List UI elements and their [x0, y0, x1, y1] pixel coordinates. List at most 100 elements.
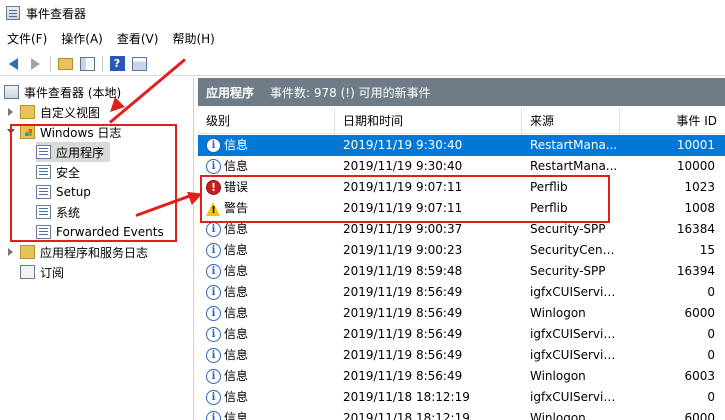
event-row[interactable]: ! 错误 2019/11/19 9:07:11 Perflib 1023	[198, 177, 725, 198]
event-id: 0	[707, 348, 715, 362]
event-level: i 信息	[206, 303, 335, 324]
tree-item-label: Windows 日志	[40, 125, 122, 140]
tree-item-custom-views[interactable]: 自定义视图	[6, 102, 100, 122]
event-date-time: 2019/11/19 8:56:49	[343, 369, 463, 383]
event-level-label: 信息	[224, 306, 249, 320]
tree-item-subscriptions[interactable]: 订阅	[20, 262, 64, 282]
event-source: Winlogon	[530, 369, 586, 383]
event-date-time: 2019/11/19 9:30:40	[343, 138, 463, 152]
event-level: i 信息	[206, 135, 335, 156]
log-icon	[36, 145, 51, 159]
event-id: 6003	[684, 369, 715, 383]
info-icon: i	[206, 348, 221, 363]
event-source: Perflib	[530, 201, 568, 215]
event-level-label: 信息	[224, 390, 249, 404]
event-row[interactable]: i 信息 2019/11/19 9:30:40 RestartMana... 10000	[198, 156, 725, 177]
info-icon: i	[206, 411, 221, 420]
show-action-pane-button[interactable]	[130, 55, 148, 73]
log-icon	[36, 185, 51, 199]
event-source: Winlogon	[530, 411, 586, 420]
event-level-label: 错误	[224, 180, 249, 194]
help-button[interactable]: ?	[108, 55, 126, 73]
event-row[interactable]: i 信息 2019/11/19 9:30:40 RestartMana... 10001	[198, 135, 725, 156]
event-date-time: 2019/11/19 8:56:49	[343, 327, 463, 341]
info-icon: i	[206, 306, 221, 321]
tree-item-label: 自定义视图	[40, 105, 101, 120]
event-id: 10000	[676, 159, 715, 173]
column-source[interactable]: 来源	[522, 108, 620, 134]
expand-icon[interactable]	[6, 247, 16, 257]
event-row[interactable]: i 信息 2019/11/19 8:56:49 Winlogon 6000	[198, 303, 725, 324]
event-level-label: 信息	[224, 159, 249, 173]
event-source: igfxCUIServic...	[530, 285, 618, 299]
subscriptions-icon	[20, 265, 35, 279]
error-icon: !	[206, 180, 221, 195]
info-icon: i	[206, 327, 221, 342]
column-level[interactable]: 级别	[198, 108, 335, 134]
event-level-label: 信息	[224, 369, 249, 383]
event-source: RestartMana...	[530, 159, 618, 173]
event-count: 事件数: 978 (!) 可用的新事件	[270, 85, 431, 100]
event-row[interactable]: i 信息 2019/11/19 8:56:49 igfxCUIServic... 0	[198, 324, 725, 345]
menu-file[interactable]: 文件(F)	[0, 28, 54, 50]
info-icon: i	[206, 159, 221, 174]
column-date-time[interactable]: 日期和时间	[335, 108, 522, 134]
event-row[interactable]: i 信息 2019/11/19 8:56:49 igfxCUIServic... 0	[198, 282, 725, 303]
event-viewer-icon	[6, 6, 20, 20]
event-level-label: 警告	[224, 201, 249, 215]
column-event-id[interactable]: 事件 ID	[620, 108, 725, 134]
forward-button[interactable]	[26, 55, 44, 73]
help-icon: ?	[109, 56, 125, 71]
collapse-icon[interactable]	[6, 127, 16, 137]
event-id: 1008	[684, 201, 715, 215]
event-date-time: 2019/11/19 8:56:49	[343, 306, 463, 320]
event-date-time: 2019/11/19 9:00:37	[343, 222, 463, 236]
menu-help[interactable]: 帮助(H)	[165, 28, 221, 50]
tree-item-forwarded-events[interactable]: Forwarded Events	[36, 222, 164, 242]
window-title: 事件查看器	[26, 6, 87, 21]
event-row[interactable]: i 信息 2019/11/18 18:12:19 Winlogon 6000	[198, 408, 725, 420]
tree-item-label: 事件查看器 (本地)	[24, 85, 122, 100]
up-folder-button[interactable]	[56, 55, 74, 73]
event-row[interactable]: i 信息 2019/11/19 8:59:48 Security-SPP 16394	[198, 261, 725, 282]
tree-item-security[interactable]: 安全	[36, 162, 80, 182]
tree-item-windows-logs[interactable]: Windows 日志	[6, 122, 121, 142]
event-date-time: 2019/11/18 18:12:19	[343, 411, 470, 420]
event-row[interactable]: i 信息 2019/11/19 8:56:49 Winlogon 6003	[198, 366, 725, 387]
event-id: 0	[707, 285, 715, 299]
tree-item-setup[interactable]: Setup	[36, 182, 91, 202]
event-id: 0	[707, 390, 715, 404]
event-id: 15	[699, 243, 715, 257]
tree-item-application[interactable]: 应用程序	[36, 142, 111, 162]
navigation-tree: 事件查看器 (本地) 自定义视图 Windows 日志 应用程序 安全 Setu…	[0, 78, 194, 420]
event-level: i 信息	[206, 345, 335, 366]
event-source: igfxCUIServic...	[530, 327, 618, 341]
event-id: 6000	[684, 411, 715, 420]
pane-header: 应用程序 事件数: 978 (!) 可用的新事件	[198, 78, 725, 106]
event-row[interactable]: i 信息 2019/11/19 9:00:23 SecurityCenter 15	[198, 240, 725, 261]
menu-action[interactable]: 操作(A)	[54, 28, 110, 50]
tree-item-system[interactable]: 系统	[36, 202, 80, 222]
event-row[interactable]: i 信息 2019/11/19 9:00:37 Security-SPP 16384	[198, 219, 725, 240]
expand-icon[interactable]	[6, 107, 16, 117]
info-icon: i	[206, 285, 221, 300]
show-tree-button[interactable]	[78, 55, 96, 73]
info-icon: i	[206, 369, 221, 384]
menu-view[interactable]: 查看(V)	[110, 28, 166, 50]
tree-item-root[interactable]: 事件查看器 (本地)	[4, 82, 121, 102]
event-level: i 信息	[206, 408, 335, 420]
event-level-label: 信息	[224, 348, 249, 362]
event-row[interactable]: i 信息 2019/11/19 8:56:49 igfxCUIServic... 0	[198, 345, 725, 366]
toolbar-separator	[102, 55, 103, 72]
tree-item-app-service-logs[interactable]: 应用程序和服务日志	[6, 242, 148, 262]
event-date-time: 2019/11/18 18:12:19	[343, 390, 470, 404]
event-id: 16394	[676, 264, 715, 278]
back-button[interactable]	[4, 55, 22, 73]
event-row[interactable]: ! 警告 2019/11/19 9:07:11 Perflib 1008	[198, 198, 725, 219]
event-level: i 信息	[206, 366, 335, 387]
info-icon: i	[206, 243, 221, 258]
folder-icon	[20, 105, 35, 119]
event-source: Perflib	[530, 180, 568, 194]
event-viewer-icon	[4, 85, 19, 99]
event-row[interactable]: i 信息 2019/11/18 18:12:19 igfxCUIServic... 0	[198, 387, 725, 408]
